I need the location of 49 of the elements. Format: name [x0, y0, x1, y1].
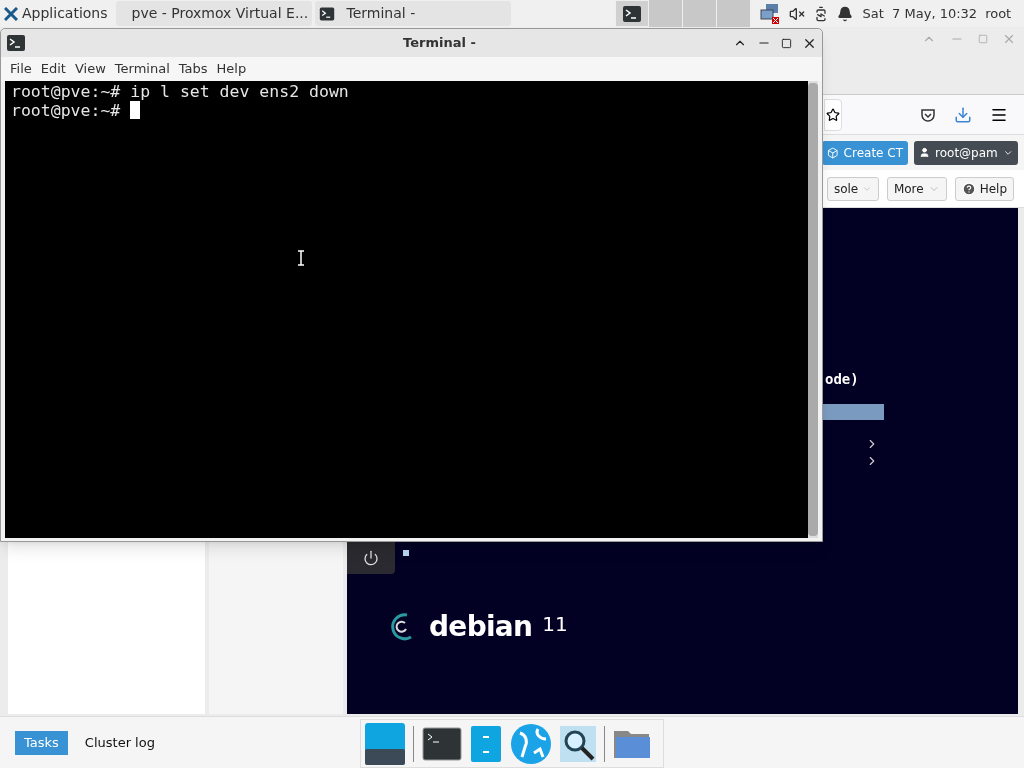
terminal-icon [318, 5, 335, 22]
workspace-button[interactable] [614, 0, 649, 27]
power-icon [363, 550, 379, 566]
user-icon [919, 146, 931, 159]
network-offline-icon [758, 2, 781, 25]
menu-item[interactable]: Terminal [111, 59, 173, 79]
window-title: Terminal - [402, 34, 477, 53]
terminal-icon [6, 33, 26, 53]
menu-item[interactable]: View [71, 59, 109, 79]
terminal-screen[interactable]: root@pve:~# ip l set dev ens2 down root@pve:~# [5, 81, 818, 538]
power-tile[interactable] [347, 542, 395, 574]
volume-muted-icon[interactable] [788, 5, 805, 22]
maximize-icon[interactable] [781, 37, 792, 49]
terminal-icon [621, 3, 642, 24]
dropdown-button[interactable]: sole [826, 176, 879, 201]
dropdown-button[interactable]: More [886, 176, 947, 201]
menu-item[interactable]: File [7, 59, 35, 79]
applications-menu[interactable]: Applications [0, 0, 112, 27]
bookmark-star-icon[interactable] [826, 107, 840, 122]
taskbar-button[interactable]: Terminal - [314, 1, 511, 26]
help-icon [961, 181, 976, 196]
mouse-i-beam-icon [297, 250, 305, 266]
panel-tab[interactable]: Cluster log [75, 730, 164, 755]
user-menu-button[interactable]: root@pam [914, 140, 1018, 165]
pocket-icon[interactable] [920, 106, 936, 123]
terminal-icon[interactable] [422, 726, 462, 761]
download-icon[interactable] [954, 105, 972, 124]
debian-version: 11 [542, 611, 568, 638]
scrollbar[interactable] [808, 81, 818, 538]
user-name[interactable]: root [985, 3, 1012, 24]
debian-logo-text: debian [429, 609, 533, 645]
menu-item[interactable]: Edit [37, 59, 69, 79]
menu-item[interactable]: Tabs [175, 59, 211, 79]
file-cabinet-icon[interactable] [470, 724, 502, 763]
taskbar-button[interactable]: pve - Proxmox Virtual E... [115, 1, 312, 26]
xfce-logo-icon [4, 6, 18, 21]
search-icon[interactable] [560, 725, 596, 762]
globe-icon[interactable] [510, 722, 552, 765]
terminal-line: root@pve:~# [11, 101, 122, 120]
show-desktop-icon[interactable] [365, 722, 405, 765]
menu-item[interactable]: Help [213, 59, 250, 79]
help-button[interactable]: Help [954, 176, 1014, 201]
cube-icon [827, 145, 839, 160]
terminal-line: root@pve:~# ip l set dev ens2 down [11, 82, 349, 101]
clock[interactable]: Sat 7 May, 10:32 [862, 3, 978, 24]
notifications-icon[interactable] [836, 5, 853, 22]
url-bar[interactable] [824, 98, 842, 131]
console-text: ode) [825, 370, 859, 389]
decoration-square [403, 550, 409, 556]
